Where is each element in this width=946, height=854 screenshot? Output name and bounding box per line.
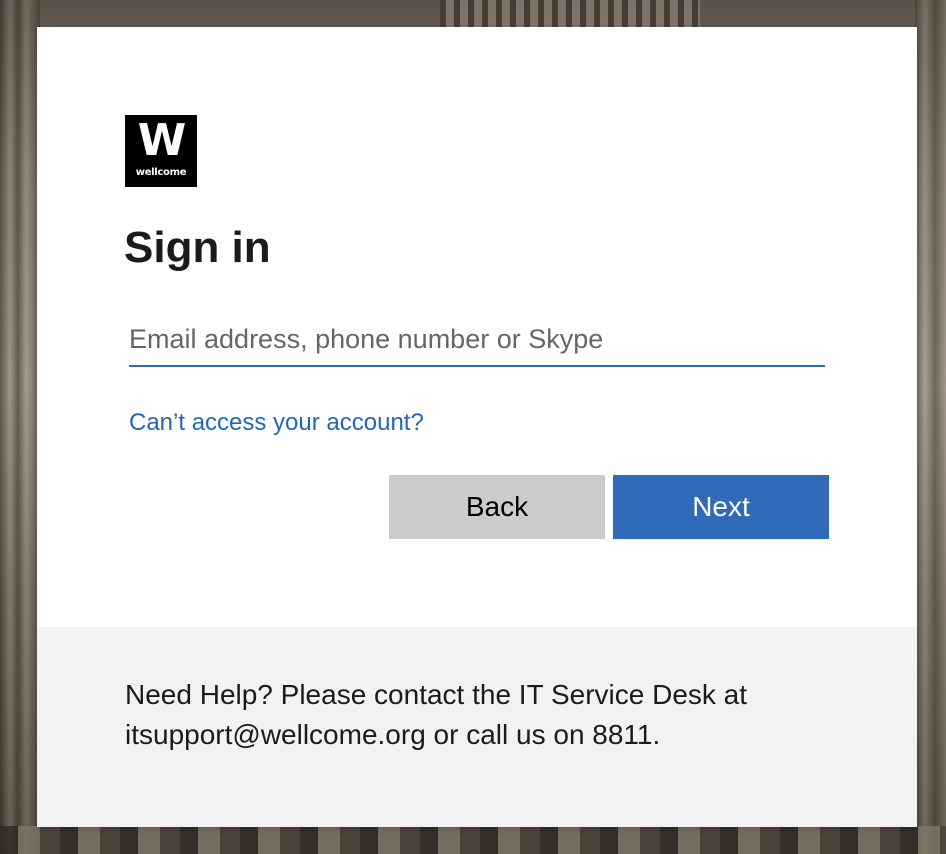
back-button[interactable]: Back [389, 475, 605, 539]
background-base [0, 826, 946, 854]
help-footer: Need Help? Please contact the IT Service… [37, 627, 917, 827]
logo-letter: W [137, 115, 187, 166]
help-text-line-2: itsupport@wellcome.org or call us on 881… [125, 719, 661, 750]
sign-in-card: W wellcome Sign in Can’t access your acc… [37, 27, 917, 827]
page-title: Sign in [124, 223, 271, 272]
next-button[interactable]: Next [613, 475, 829, 539]
email-field[interactable] [129, 313, 825, 367]
help-text: Need Help? Please contact the IT Service… [125, 675, 845, 755]
help-text-line-1: Need Help? Please contact the IT Service… [125, 679, 748, 710]
wellcome-logo: W wellcome [125, 115, 197, 187]
cant-access-account-link[interactable]: Can’t access your account? [129, 407, 424, 439]
logo-wordmark: wellcome [135, 167, 187, 178]
background-ornament [440, 0, 700, 28]
